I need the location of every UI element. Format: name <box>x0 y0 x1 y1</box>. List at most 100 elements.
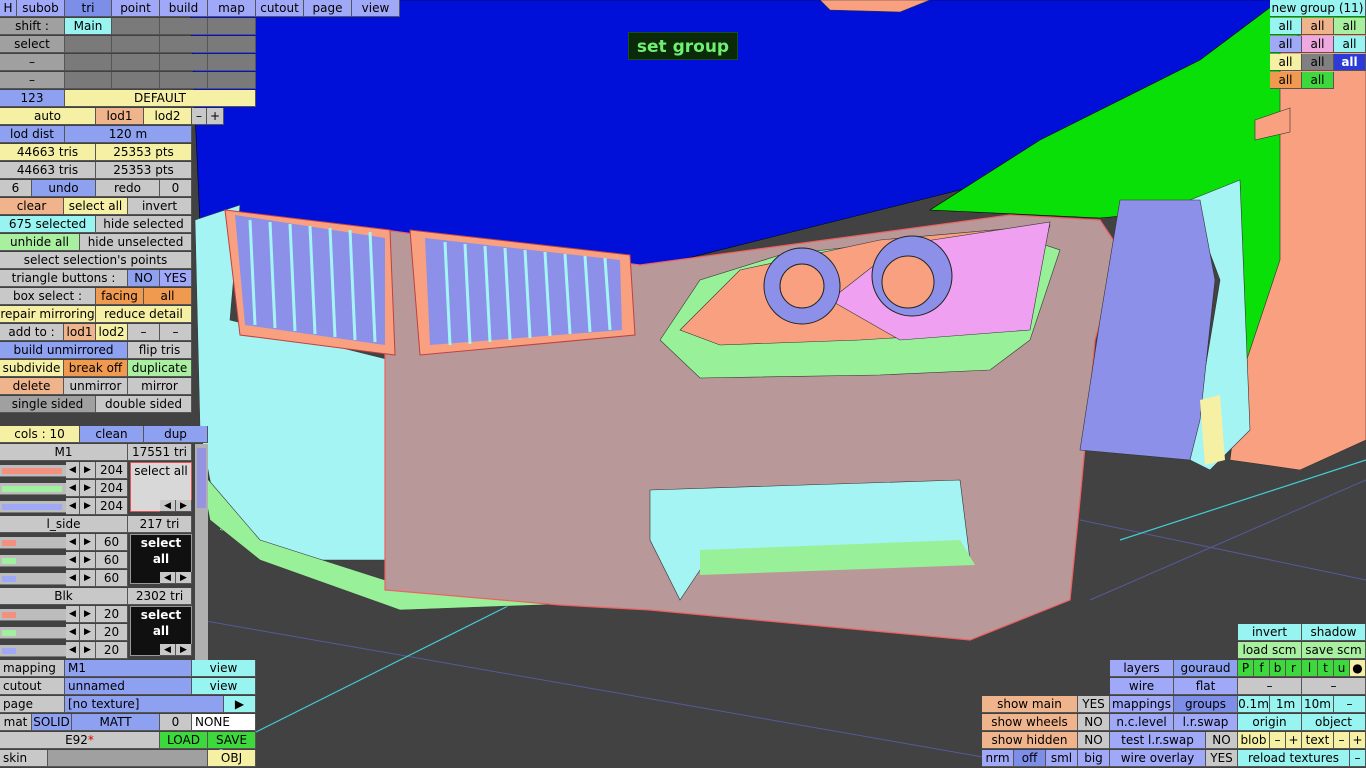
group-all-button[interactable]: all <box>1334 54 1366 71</box>
show-wheels-button[interactable]: show wheels <box>982 714 1078 731</box>
color-slider-green[interactable] <box>0 555 66 567</box>
redo-button[interactable]: redo <box>96 180 160 197</box>
subdivide-button[interactable]: subdivide <box>0 360 64 377</box>
clear-button[interactable]: clear <box>0 198 64 215</box>
color-slider-red[interactable] <box>0 609 66 621</box>
dash2-slot-4[interactable] <box>208 72 256 89</box>
select-slot-3[interactable] <box>160 36 208 53</box>
color-slider-red[interactable] <box>0 465 66 477</box>
mirror-button[interactable]: mirror <box>128 378 192 395</box>
material-name[interactable]: M1 <box>0 444 128 461</box>
mat-none-field[interactable]: NONE <box>192 714 256 731</box>
blob-minus[interactable]: – <box>1270 732 1286 749</box>
dash-slot-1[interactable] <box>65 54 112 71</box>
slider-left-arrow[interactable]: ◀ <box>66 552 80 569</box>
load-scm-button[interactable]: load scm <box>1238 642 1302 659</box>
color-value[interactable]: 20 <box>96 642 128 659</box>
blob-plus[interactable]: + <box>1286 732 1302 749</box>
page-value[interactable]: [no texture] <box>65 696 224 713</box>
color-value[interactable]: 20 <box>96 624 128 641</box>
auto-button[interactable]: auto <box>0 108 96 125</box>
duplicate-button[interactable]: duplicate <box>128 360 192 377</box>
group-all-button[interactable]: all <box>1270 36 1302 53</box>
normals-sml-button[interactable]: sml <box>1046 750 1078 767</box>
wire-button[interactable]: wire <box>1110 678 1174 695</box>
test-lr-swap-button[interactable]: test l.r.swap <box>1110 732 1206 749</box>
menu-build[interactable]: build <box>160 0 208 17</box>
slider-left-arrow[interactable]: ◀ <box>66 498 80 515</box>
test-lr-swap-no[interactable]: NO <box>1206 732 1238 749</box>
material-next-arrow[interactable]: ▶ <box>176 500 192 512</box>
unhide-all-button[interactable]: unhide all <box>0 234 80 251</box>
reduce-detail-button[interactable]: reduce detail <box>96 306 192 323</box>
slider-left-arrow[interactable]: ◀ <box>66 480 80 497</box>
shadow-button[interactable]: shadow <box>1302 624 1366 641</box>
dist-01m-button[interactable]: 0.1m <box>1238 696 1270 713</box>
save-scm-button[interactable]: save scm <box>1302 642 1366 659</box>
material-prev-arrow[interactable]: ◀ <box>160 572 176 584</box>
gouraud-button[interactable]: gouraud <box>1174 660 1238 677</box>
show-hidden-button[interactable]: show hidden <box>982 732 1078 749</box>
default-button[interactable]: DEFAULT <box>65 90 256 107</box>
break-off-button[interactable]: break off <box>64 360 128 377</box>
flat-button[interactable]: flat <box>1174 678 1238 695</box>
dash-slot-4[interactable] <box>208 54 256 71</box>
color-slider-red[interactable] <box>0 537 66 549</box>
view-direction-button[interactable]: l <box>1302 660 1318 677</box>
normals-off-button[interactable]: off <box>1014 750 1046 767</box>
lod2-button[interactable]: lod2 <box>144 108 192 125</box>
number-field[interactable]: 123 <box>0 90 65 107</box>
obj-button[interactable]: OBJ <box>208 750 256 767</box>
mat-matt-button[interactable]: MATT <box>72 714 160 731</box>
clean-button[interactable]: clean <box>80 426 144 443</box>
menu-point[interactable]: point <box>112 0 160 17</box>
reload-minus[interactable]: – <box>1350 750 1366 767</box>
slider-right-arrow[interactable]: ▶ <box>80 624 96 641</box>
object-button[interactable]: object <box>1302 714 1366 731</box>
unmirror-button[interactable]: unmirror <box>64 378 128 395</box>
slider-right-arrow[interactable]: ▶ <box>80 606 96 623</box>
cutout-value[interactable]: unnamed <box>65 678 192 695</box>
color-value[interactable]: 60 <box>96 552 128 569</box>
slider-left-arrow[interactable]: ◀ <box>66 462 80 479</box>
view-direction-button[interactable]: r <box>1286 660 1302 677</box>
show-hidden-no[interactable]: NO <box>1078 732 1110 749</box>
add-to-lod1[interactable]: lod1 <box>64 324 96 341</box>
normals-nrm-button[interactable]: nrm <box>982 750 1014 767</box>
color-value[interactable]: 204 <box>96 462 128 479</box>
hide-selected-button[interactable]: hide selected <box>96 216 192 233</box>
view-direction-button[interactable]: b <box>1270 660 1286 677</box>
menu-page[interactable]: page <box>304 0 352 17</box>
group-all-button[interactable]: all <box>1270 72 1302 89</box>
invert-view-button[interactable]: invert <box>1238 624 1302 641</box>
dist-dash-2[interactable]: – <box>1302 678 1366 695</box>
model-name-field[interactable]: E92* <box>0 732 160 749</box>
text-plus[interactable]: + <box>1350 732 1366 749</box>
slider-right-arrow[interactable]: ▶ <box>80 480 96 497</box>
skin-field[interactable] <box>48 750 208 767</box>
load-button[interactable]: LOAD <box>160 732 208 749</box>
new-group-button[interactable]: new group (11) <box>1270 0 1366 17</box>
mat-solid-button[interactable]: SOLID <box>32 714 72 731</box>
shift-slot-2[interactable] <box>112 18 160 35</box>
shift-main-button[interactable]: Main <box>65 18 112 35</box>
group-all-button[interactable]: all <box>1270 18 1302 35</box>
select-slot-2[interactable] <box>112 36 160 53</box>
dash2-slot-1[interactable] <box>65 72 112 89</box>
dash-slot-2[interactable] <box>112 54 160 71</box>
lod-plus-button[interactable]: + <box>207 108 224 125</box>
lr-swap-button[interactable]: l.r.swap <box>1174 714 1238 731</box>
menu-view[interactable]: view <box>352 0 400 17</box>
slider-left-arrow[interactable]: ◀ <box>66 606 80 623</box>
material-prev-arrow[interactable]: ◀ <box>160 500 176 512</box>
materials-scrollbar[interactable] <box>195 444 208 660</box>
dup-button[interactable]: dup <box>144 426 208 443</box>
group-all-button[interactable]: all <box>1302 36 1334 53</box>
color-value[interactable]: 60 <box>96 570 128 587</box>
triangle-buttons-yes[interactable]: YES <box>160 270 192 287</box>
color-slider-blue[interactable] <box>0 501 66 513</box>
select-slot-4[interactable] <box>208 36 256 53</box>
group-all-button[interactable]: all <box>1334 36 1366 53</box>
wire-overlay-yes[interactable]: YES <box>1206 750 1238 767</box>
view-direction-button[interactable]: t <box>1318 660 1334 677</box>
